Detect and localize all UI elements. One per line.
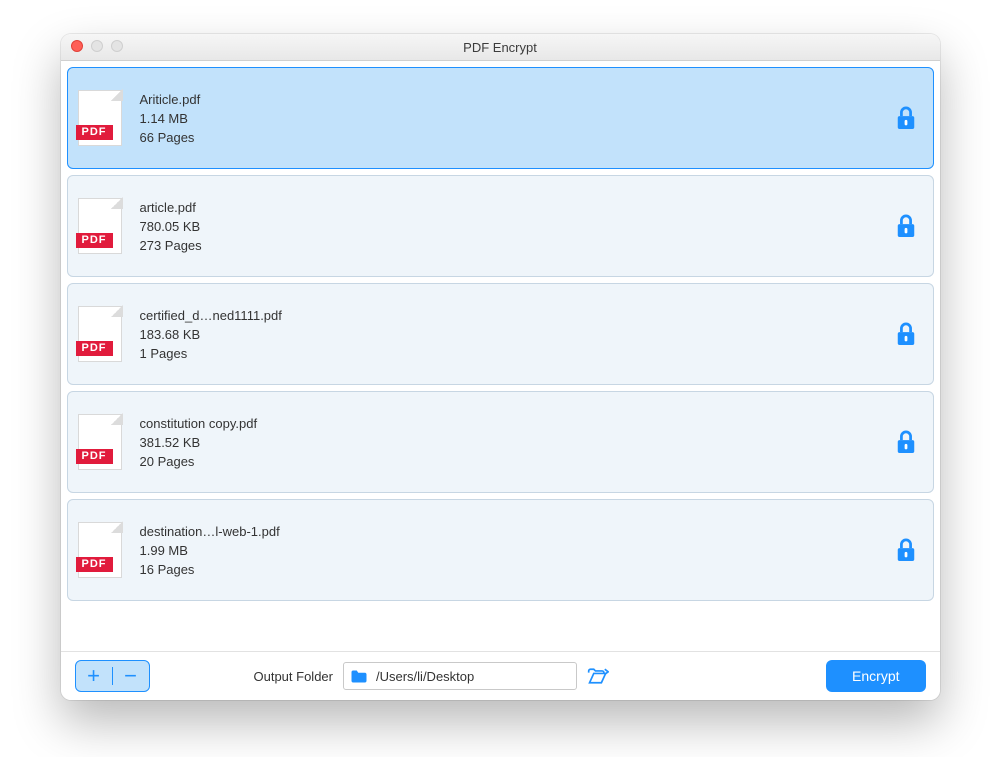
file-name: Ariticle.pdf [140, 92, 895, 107]
traffic-lights [71, 40, 123, 52]
file-name: certified_d…ned1111.pdf [140, 308, 895, 323]
pdf-file-icon: PDF [78, 522, 122, 578]
file-pages: 1 Pages [140, 346, 895, 361]
lock-icon[interactable] [895, 213, 917, 239]
pdf-badge: PDF [76, 449, 113, 464]
pdf-file-icon: PDF [78, 306, 122, 362]
file-meta: certified_d…ned1111.pdf 183.68 KB 1 Pages [140, 308, 895, 361]
zoom-window-button[interactable] [111, 40, 123, 52]
file-size: 1.99 MB [140, 543, 895, 558]
file-pages: 66 Pages [140, 130, 895, 145]
file-row[interactable]: PDF destination…l-web-1.pdf 1.99 MB 16 Page… [67, 499, 934, 601]
file-pages: 273 Pages [140, 238, 895, 253]
output-folder-label: Output Folder [254, 669, 334, 684]
folder-icon [350, 669, 368, 683]
file-row[interactable]: PDF constitution copy.pdf 381.52 KB 20 Page… [67, 391, 934, 493]
file-size: 381.52 KB [140, 435, 895, 450]
minimize-window-button[interactable] [91, 40, 103, 52]
titlebar: PDF Encrypt [61, 34, 940, 61]
file-meta: destination…l-web-1.pdf 1.99 MB 16 Pages [140, 524, 895, 577]
encrypt-button[interactable]: Encrypt [826, 660, 925, 692]
file-size: 183.68 KB [140, 327, 895, 342]
file-row[interactable]: PDF article.pdf 780.05 KB 273 Pages [67, 175, 934, 277]
pdf-badge: PDF [76, 125, 113, 140]
file-meta: article.pdf 780.05 KB 273 Pages [140, 200, 895, 253]
file-pages: 16 Pages [140, 562, 895, 577]
lock-icon[interactable] [895, 321, 917, 347]
browse-folder-button[interactable] [587, 666, 609, 686]
lock-icon[interactable] [895, 105, 917, 131]
pdf-badge: PDF [76, 233, 113, 248]
add-file-button[interactable]: + [76, 661, 112, 691]
file-size: 1.14 MB [140, 111, 895, 126]
file-name: article.pdf [140, 200, 895, 215]
file-name: constitution copy.pdf [140, 416, 895, 431]
pdf-file-icon: PDF [78, 414, 122, 470]
add-remove-group: + − [75, 660, 150, 692]
output-path-input[interactable] [374, 668, 570, 685]
lock-icon[interactable] [895, 429, 917, 455]
remove-file-button[interactable]: − [113, 661, 149, 691]
lock-icon[interactable] [895, 537, 917, 563]
file-pages: 20 Pages [140, 454, 895, 469]
close-window-button[interactable] [71, 40, 83, 52]
file-size: 780.05 KB [140, 219, 895, 234]
output-path-field[interactable] [343, 662, 577, 690]
file-meta: Ariticle.pdf 1.14 MB 66 Pages [140, 92, 895, 145]
pdf-file-icon: PDF [78, 90, 122, 146]
bottom-toolbar: + − Output Folder [61, 651, 940, 700]
file-meta: constitution copy.pdf 381.52 KB 20 Pages [140, 416, 895, 469]
pdf-badge: PDF [76, 341, 113, 356]
app-window: PDF Encrypt PDF Ariticle.pdf 1.14 MB 66 Pag… [61, 34, 940, 700]
pdf-file-icon: PDF [78, 198, 122, 254]
file-row[interactable]: PDF Ariticle.pdf 1.14 MB 66 Pages [67, 67, 934, 169]
file-name: destination…l-web-1.pdf [140, 524, 895, 539]
pdf-badge: PDF [76, 557, 113, 572]
file-list: PDF Ariticle.pdf 1.14 MB 66 Pages PDF article… [61, 61, 940, 651]
file-row[interactable]: PDF certified_d…ned1111.pdf 183.68 KB 1 Pag… [67, 283, 934, 385]
window-title: PDF Encrypt [61, 40, 940, 55]
